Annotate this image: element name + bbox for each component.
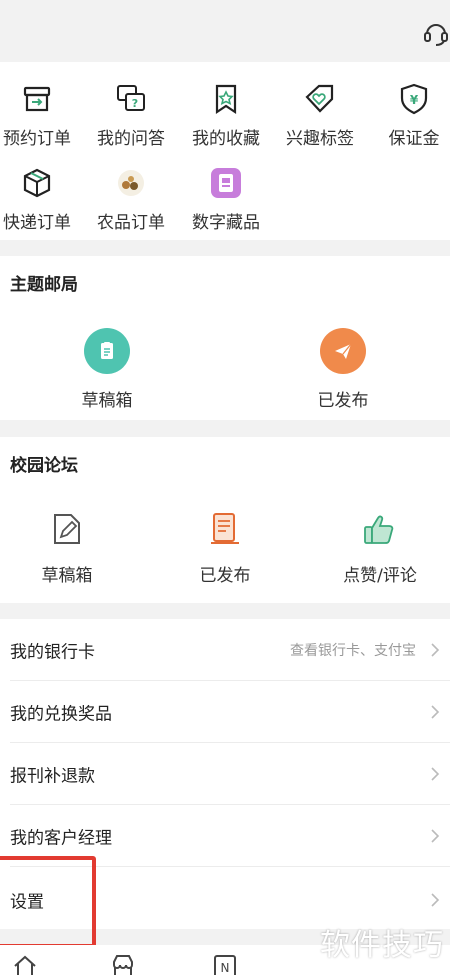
grid-item-my-qa[interactable]: ? 我的问答 [86,82,176,149]
bookmark-star-icon [215,84,237,115]
forum-drafts[interactable]: 草稿箱 [0,509,147,586]
store-icon[interactable] [110,954,136,975]
grid-item-deposit[interactable]: ¥ 保证金 [369,82,450,149]
news-icon[interactable]: N [212,954,238,975]
grid-item-express-orders[interactable]: 快递订单 [0,166,82,233]
row-newspaper-refund[interactable]: 报刊补退款 [0,743,450,805]
settings-highlight-box [0,856,96,948]
top-bar [0,0,450,62]
row-bank-card[interactable]: 我的银行卡 查看银行卡、支付宝 [0,619,450,681]
chevron-right-icon [431,829,440,843]
watermark-text: 软件技巧 [320,928,444,963]
section-title: 主题邮局 [10,275,78,295]
paper-plane-icon [320,328,366,374]
theme-post-office-section: 主题邮局 草稿箱 已发布 [0,256,450,420]
grid-item-digital-collectibles[interactable]: 数字藏品 [181,166,271,233]
grid-item-interest-tags[interactable]: 兴趣标签 [275,82,365,149]
chevron-right-icon [431,705,440,719]
row-redeemed-prizes[interactable]: 我的兑换奖品 [0,681,450,743]
section-title: 校园论坛 [10,456,78,476]
farm-produce-icon [118,170,144,196]
edit-draft-icon [54,514,80,544]
chevron-right-icon [431,643,440,657]
thumbs-up-icon [364,515,394,544]
home-icon[interactable] [12,954,38,975]
order-box-icon [23,86,51,112]
grid-item-farm-orders[interactable]: 农品订单 [86,166,176,233]
svg-text:N: N [221,961,230,975]
customer-service-icon[interactable] [420,18,450,48]
heart-tag-icon [305,84,334,113]
chevron-right-icon [431,767,440,781]
document-published-icon [211,513,239,544]
forum-likes-comments[interactable]: 点赞/评论 [300,509,450,586]
forum-published[interactable]: 已发布 [145,509,305,586]
digital-collectible-icon [211,168,241,198]
deposit-shield-icon: ¥ [400,83,428,115]
chevron-right-icon [431,893,440,907]
mail-drafts[interactable]: 草稿箱 [27,328,187,411]
svg-text:?: ? [132,97,138,110]
mail-published[interactable]: 已发布 [263,328,423,411]
grid-item-my-favorites[interactable]: 我的收藏 [181,82,271,149]
qa-icon: ? [117,85,145,111]
campus-forum-section: 校园论坛 草稿箱 已发布 点赞/评论 [0,437,450,603]
parcel-icon [23,168,51,198]
drafts-icon [84,328,130,374]
grid-item-reservation-orders[interactable]: 预约订单 [0,82,82,149]
svg-text:¥: ¥ [410,93,419,107]
services-grid: 预约订单 ? 我的问答 我的收藏 兴趣标签 ¥ 保证金 快递订单 农品订单 数字… [0,62,450,240]
